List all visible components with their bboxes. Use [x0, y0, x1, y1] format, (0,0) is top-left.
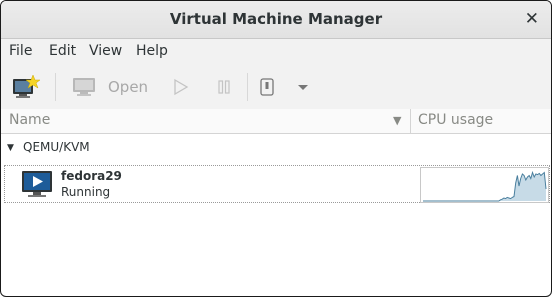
cpu-sparkline	[423, 170, 547, 202]
connection-row[interactable]: ▼ QEMU/KVM	[1, 139, 551, 159]
main-window: Virtual Machine Manager ✕ File Edit View…	[0, 0, 552, 297]
vm-status: Running	[61, 185, 111, 199]
sort-indicator-icon: ▼	[393, 114, 402, 127]
window-title: Virtual Machine Manager	[169, 10, 383, 28]
pause-icon	[218, 80, 230, 94]
shutdown-icon	[260, 78, 274, 96]
menu-help[interactable]: Help	[136, 43, 168, 59]
title-bar[interactable]: Virtual Machine Manager ✕	[1, 1, 551, 39]
column-cpu-usage[interactable]: CPU usage	[418, 112, 493, 128]
shutdown-button[interactable]	[257, 73, 281, 101]
play-icon	[174, 78, 189, 96]
menu-view[interactable]: View	[89, 43, 122, 59]
new-vm-button[interactable]	[11, 73, 45, 101]
column-name[interactable]: Name	[9, 112, 50, 128]
new-vm-icon	[13, 74, 41, 98]
column-header: Name ▼ CPU usage	[1, 109, 551, 134]
chevron-down-icon	[298, 85, 308, 90]
pause-button[interactable]	[215, 73, 237, 101]
vm-row[interactable]: fedora29 Running	[4, 165, 550, 203]
open-label: Open	[108, 78, 149, 96]
cpu-usage-graph	[420, 167, 549, 203]
toolbar-separator	[55, 73, 56, 101]
toolbar-separator	[247, 73, 248, 101]
menu-bar: File Edit View Help	[1, 39, 551, 65]
expander-icon[interactable]: ▼	[7, 143, 14, 153]
shutdown-menu-button[interactable]	[297, 73, 315, 101]
monitor-icon	[73, 78, 95, 96]
run-button[interactable]	[171, 73, 193, 101]
toolbar: Open	[1, 65, 551, 110]
open-button[interactable]: Open	[71, 73, 151, 101]
menu-file[interactable]: File	[9, 43, 32, 59]
column-divider[interactable]	[410, 109, 411, 133]
menu-edit[interactable]: Edit	[49, 43, 76, 59]
close-icon[interactable]: ✕	[525, 9, 539, 29]
connection-label: QEMU/KVM	[23, 140, 90, 154]
vm-name: fedora29	[61, 169, 122, 183]
vm-monitor-icon	[22, 171, 52, 197]
